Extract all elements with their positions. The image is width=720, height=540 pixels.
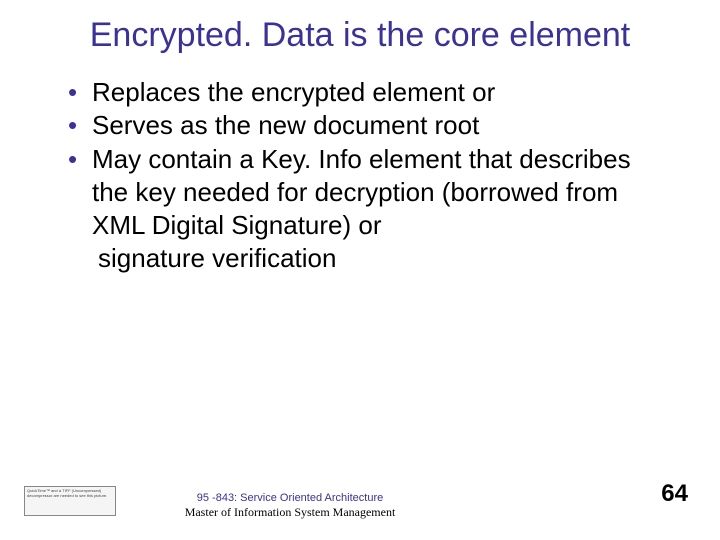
bullet-item: May contain a Key. Info element that des…	[68, 143, 660, 243]
footer-center: 95 -843: Service Oriented Architecture M…	[140, 492, 440, 520]
slide-title: Encrypted. Data is the core element	[0, 16, 720, 54]
trailing-text: signature verification	[74, 242, 660, 275]
image-placeholder: QuickTime™ and a TIFF (Uncompressed) dec…	[24, 486, 116, 516]
program-line: Master of Information System Management	[140, 506, 440, 520]
course-code: 95 -843: Service Oriented Architecture	[140, 492, 440, 504]
slide-number: 64	[661, 480, 688, 508]
bullet-item: Replaces the encrypted element or	[68, 76, 660, 109]
slide: Encrypted. Data is the core element Repl…	[0, 0, 720, 540]
bullet-list: Replaces the encrypted element or Serves…	[68, 76, 660, 242]
slide-footer: QuickTime™ and a TIFF (Uncompressed) dec…	[0, 466, 720, 526]
slide-body: Replaces the encrypted element or Serves…	[0, 54, 720, 276]
bullet-item: Serves as the new document root	[68, 109, 660, 142]
